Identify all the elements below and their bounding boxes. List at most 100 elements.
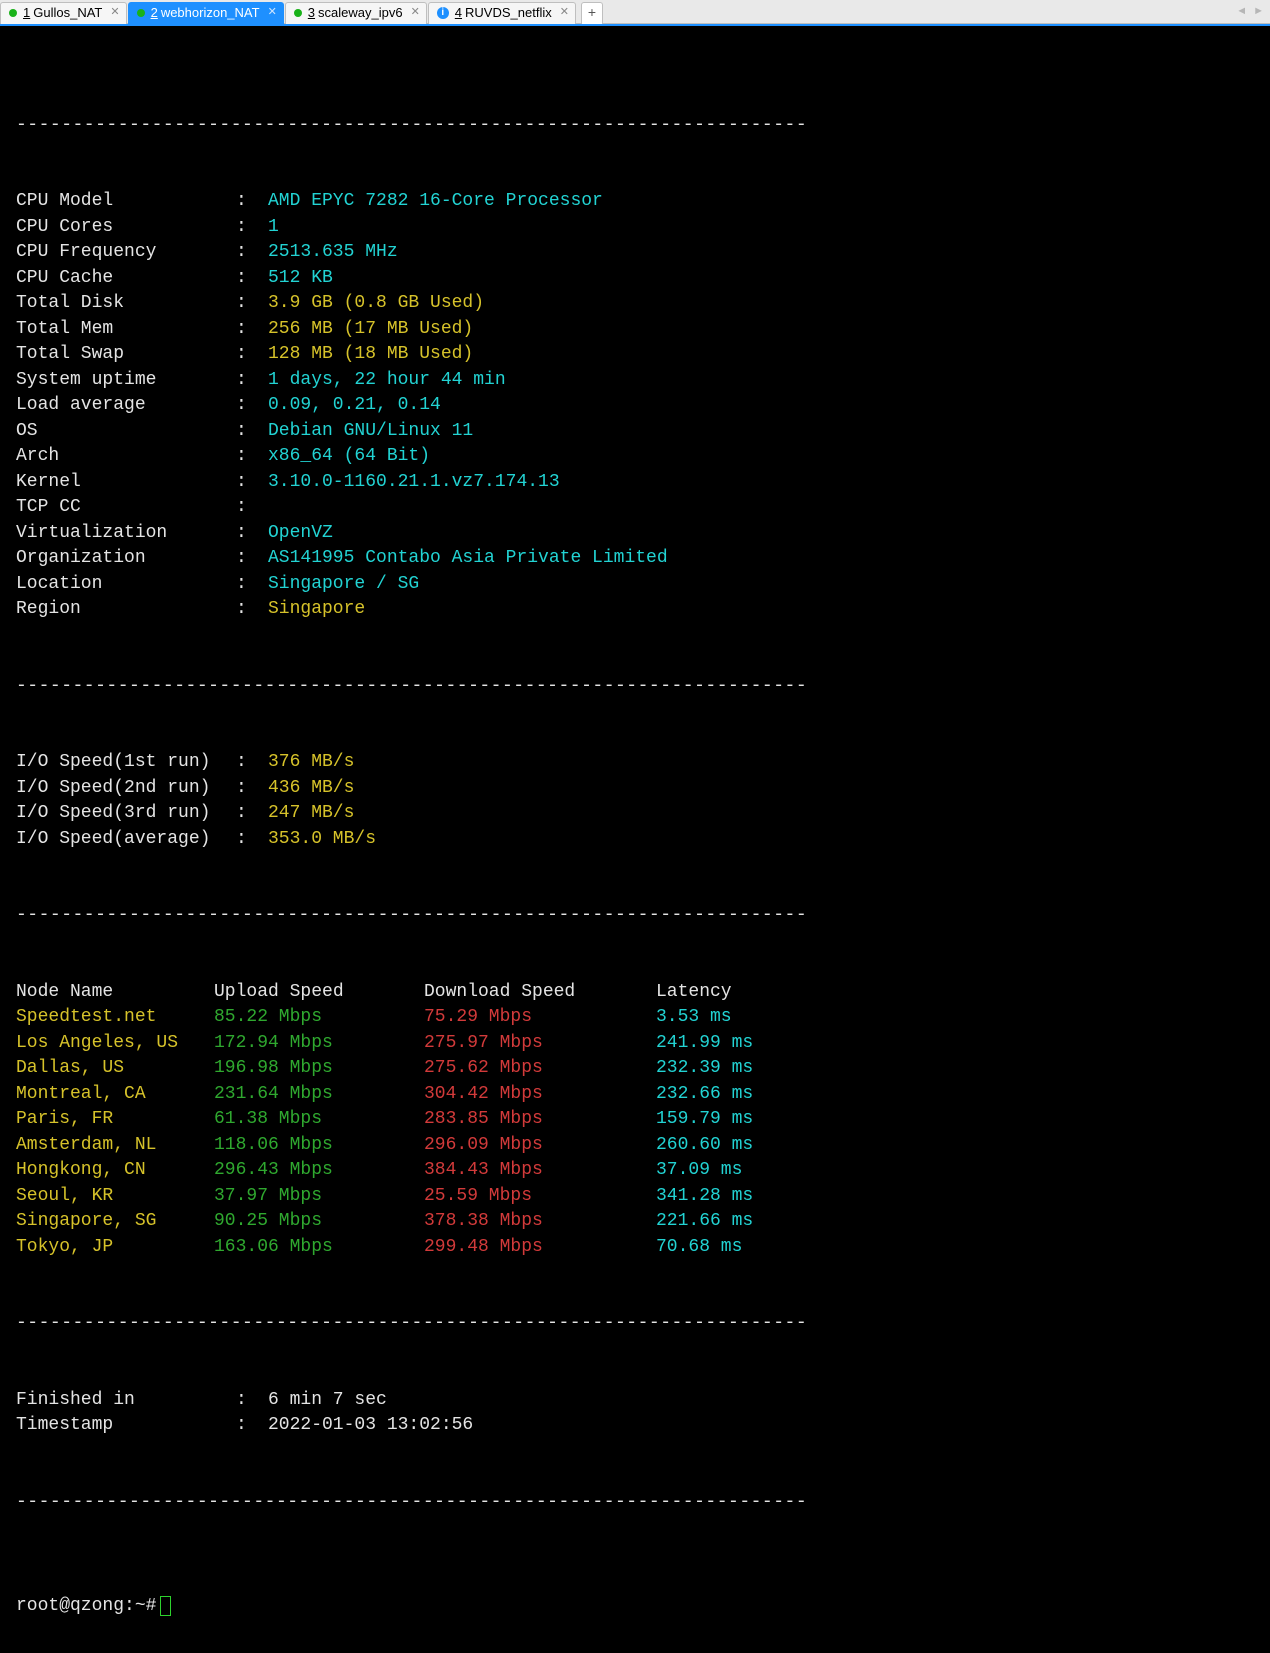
colon: : — [236, 750, 268, 776]
info-value: 128 MB (18 MB Used) — [268, 342, 1256, 368]
colon: : — [236, 419, 268, 445]
info-value: Debian GNU/Linux 11 — [268, 419, 1256, 445]
close-icon[interactable]: ✕ — [110, 0, 119, 26]
info-label: Total Swap — [16, 342, 236, 368]
node-name: Hongkong, CN — [16, 1158, 214, 1184]
node-name: Los Angeles, US — [16, 1031, 214, 1057]
upload-speed: 172.94 Mbps — [214, 1031, 424, 1057]
colon: : — [236, 546, 268, 572]
info-row: Organization: AS141995 Contabo Asia Priv… — [16, 546, 1256, 572]
info-row: Finished in: 6 min 7 sec — [16, 1388, 1256, 1414]
colon: : — [236, 521, 268, 547]
node-name: Speedtest.net — [16, 1005, 214, 1031]
info-value: x86_64 (64 Bit) — [268, 444, 1256, 470]
colon: : — [236, 266, 268, 292]
tab-Gullos_NAT[interactable]: 1Gullos_NAT✕ — [0, 2, 127, 24]
speed-row: Node NameUpload SpeedDownload SpeedLaten… — [16, 980, 1256, 1006]
info-value: 2022-01-03 13:02:56 — [268, 1413, 1256, 1439]
upload-speed: 296.43 Mbps — [214, 1158, 424, 1184]
latency: Latency — [656, 980, 1256, 1006]
upload-speed: 196.98 Mbps — [214, 1056, 424, 1082]
cursor-icon — [160, 1596, 171, 1616]
colon: : — [236, 1413, 268, 1439]
status-dot-icon — [294, 9, 302, 17]
tab-label: RUVDS_netflix — [465, 0, 552, 26]
status-dot-icon — [9, 9, 17, 17]
info-label: System uptime — [16, 368, 236, 394]
upload-speed: 163.06 Mbps — [214, 1235, 424, 1261]
info-value: 3.9 GB (0.8 GB Used) — [268, 291, 1256, 317]
info-value: 376 MB/s — [268, 750, 1256, 776]
shell-prompt[interactable]: root@qzong:~# — [16, 1594, 1256, 1620]
info-row: Total Mem: 256 MB (17 MB Used) — [16, 317, 1256, 343]
info-label: OS — [16, 419, 236, 445]
node-name: Singapore, SG — [16, 1209, 214, 1235]
info-label: Arch — [16, 444, 236, 470]
info-label: CPU Cores — [16, 215, 236, 241]
latency: 241.99 ms — [656, 1031, 1256, 1057]
download-speed: Download Speed — [424, 980, 656, 1006]
info-value: 0.09, 0.21, 0.14 — [268, 393, 1256, 419]
download-speed: 275.62 Mbps — [424, 1056, 656, 1082]
close-icon[interactable]: ✕ — [268, 0, 277, 26]
latency: 341.28 ms — [656, 1184, 1256, 1210]
tab-nav-left-icon[interactable]: ◄ — [1236, 0, 1247, 24]
separator: ----------------------------------------… — [16, 1311, 1256, 1337]
download-speed: 283.85 Mbps — [424, 1107, 656, 1133]
info-value: Singapore — [268, 597, 1256, 623]
info-row: System uptime: 1 days, 22 hour 44 min — [16, 368, 1256, 394]
colon: : — [236, 801, 268, 827]
speed-row: Montreal, CA231.64 Mbps304.42 Mbps232.66… — [16, 1082, 1256, 1108]
info-label: I/O Speed(1st run) — [16, 750, 236, 776]
info-label: Timestamp — [16, 1413, 236, 1439]
info-row: Total Disk: 3.9 GB (0.8 GB Used) — [16, 291, 1256, 317]
close-icon[interactable]: ✕ — [411, 0, 420, 26]
node-name: Seoul, KR — [16, 1184, 214, 1210]
latency: 37.09 ms — [656, 1158, 1256, 1184]
download-speed: 275.97 Mbps — [424, 1031, 656, 1057]
colon: : — [236, 470, 268, 496]
close-icon[interactable]: ✕ — [560, 0, 569, 26]
speed-row: Hongkong, CN296.43 Mbps384.43 Mbps37.09 … — [16, 1158, 1256, 1184]
download-speed: 304.42 Mbps — [424, 1082, 656, 1108]
tab-webhorizon_NAT[interactable]: 2webhorizon_NAT✕ — [128, 2, 284, 24]
node-name: Node Name — [16, 980, 214, 1006]
tab-RUVDS_netflix[interactable]: i4RUVDS_netflix✕ — [428, 2, 576, 24]
tab-nav-arrows: ◄ ► — [1236, 0, 1264, 24]
speed-row: Amsterdam, NL118.06 Mbps296.09 Mbps260.6… — [16, 1133, 1256, 1159]
colon: : — [236, 597, 268, 623]
new-tab-button[interactable]: + — [581, 2, 603, 24]
tab-number: 1 — [23, 0, 30, 26]
speed-row: Singapore, SG90.25 Mbps378.38 Mbps221.66… — [16, 1209, 1256, 1235]
info-label: Organization — [16, 546, 236, 572]
node-name: Tokyo, JP — [16, 1235, 214, 1261]
colon: : — [236, 317, 268, 343]
info-icon: i — [437, 7, 449, 19]
info-value: AS141995 Contabo Asia Private Limited — [268, 546, 1256, 572]
latency: 159.79 ms — [656, 1107, 1256, 1133]
tab-scaleway_ipv6[interactable]: 3scaleway_ipv6✕ — [285, 2, 427, 24]
node-name: Dallas, US — [16, 1056, 214, 1082]
info-row: CPU Model: AMD EPYC 7282 16-Core Process… — [16, 189, 1256, 215]
info-row: Total Swap: 128 MB (18 MB Used) — [16, 342, 1256, 368]
latency: 232.66 ms — [656, 1082, 1256, 1108]
colon: : — [236, 215, 268, 241]
info-row: Region: Singapore — [16, 597, 1256, 623]
info-value: 512 KB — [268, 266, 1256, 292]
info-row: Kernel: 3.10.0-1160.21.1.vz7.174.13 — [16, 470, 1256, 496]
info-row: Virtualization: OpenVZ — [16, 521, 1256, 547]
info-row: CPU Cache: 512 KB — [16, 266, 1256, 292]
upload-speed: 37.97 Mbps — [214, 1184, 424, 1210]
info-value: 2513.635 MHz — [268, 240, 1256, 266]
colon: : — [236, 572, 268, 598]
info-value: OpenVZ — [268, 521, 1256, 547]
colon: : — [236, 240, 268, 266]
info-value: 6 min 7 sec — [268, 1388, 1256, 1414]
tab-nav-right-icon[interactable]: ► — [1253, 0, 1264, 24]
info-label: Region — [16, 597, 236, 623]
info-row: OS: Debian GNU/Linux 11 — [16, 419, 1256, 445]
terminal-output[interactable]: ----------------------------------------… — [0, 26, 1270, 1653]
info-value: 436 MB/s — [268, 776, 1256, 802]
colon: : — [236, 776, 268, 802]
upload-speed: 231.64 Mbps — [214, 1082, 424, 1108]
